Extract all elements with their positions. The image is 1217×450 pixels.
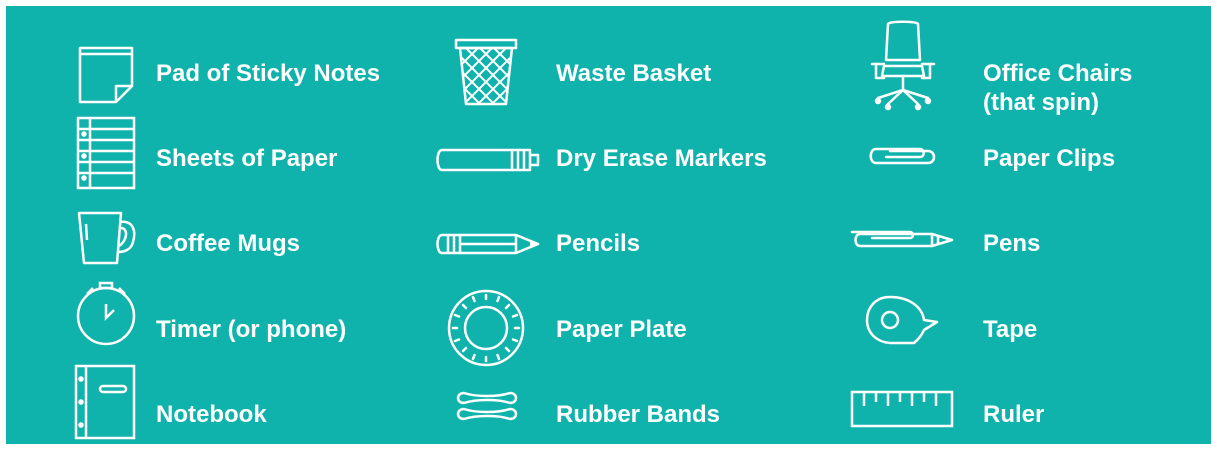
item-label-secondary: (that spin) — [983, 89, 1099, 116]
item-label: Notebook — [156, 401, 267, 428]
tape-icon — [864, 294, 940, 346]
paper-clip-icon — [868, 146, 938, 166]
item-label: Dry Erase Markers — [556, 145, 767, 172]
item-label: Waste Basket — [556, 60, 712, 87]
item-label: Pens — [983, 230, 1041, 257]
rubber-bands-icon — [456, 390, 518, 424]
item-label: Rubber Bands — [556, 401, 721, 428]
item-label: Ruler — [983, 401, 1045, 428]
notebook-icon — [74, 364, 136, 440]
ruler-icon — [850, 390, 954, 428]
item-label: Coffee Mugs — [156, 230, 300, 257]
item-label: Tape — [983, 316, 1038, 343]
item-label: Pencils — [556, 230, 641, 257]
sticky-notes-icon — [78, 46, 134, 104]
paper-plate-icon — [446, 288, 526, 368]
timer-icon — [76, 280, 136, 346]
pencil-icon — [434, 232, 540, 256]
supplies-panel: Pad of Sticky Notes Sheets of Paper Coff… — [6, 6, 1211, 444]
paper-sheets-icon — [76, 116, 136, 190]
marker-icon — [434, 146, 542, 174]
office-chair-icon — [868, 20, 938, 116]
item-label: Office Chairs — [983, 60, 1133, 87]
coffee-mug-icon — [76, 210, 136, 266]
item-label: Pad of Sticky Notes — [156, 60, 381, 87]
item-label: Paper Plate — [556, 316, 687, 343]
item-label: Paper Clips — [983, 145, 1116, 172]
pen-icon — [850, 224, 954, 252]
waste-basket-icon — [454, 38, 518, 108]
item-label: Timer (or phone) — [156, 316, 347, 343]
item-label: Sheets of Paper — [156, 145, 338, 172]
